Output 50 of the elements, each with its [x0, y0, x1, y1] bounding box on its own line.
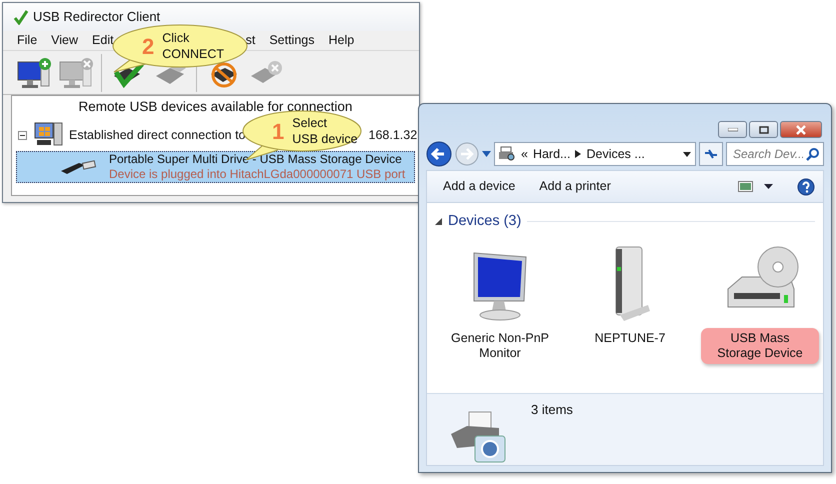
- breadcrumb-overflow[interactable]: «: [521, 144, 528, 164]
- help-icon[interactable]: [797, 178, 815, 196]
- maximize-button[interactable]: [749, 121, 778, 138]
- address-text: 168.1.32: [368, 126, 418, 144]
- window-title: USB Redirector Client: [33, 8, 160, 26]
- monitor-plus-icon: [15, 56, 51, 90]
- search-field[interactable]: Search Dev...: [726, 142, 824, 166]
- collapse-icon[interactable]: [435, 218, 442, 226]
- close-button[interactable]: [780, 121, 822, 138]
- command-link[interactable]: Add a device: [443, 177, 516, 196]
- callout-text: Click: [162, 30, 190, 46]
- breadcrumb-item[interactable]: Hard...: [532, 144, 570, 164]
- maximize-icon: [758, 126, 768, 134]
- device-label[interactable]: Generic Non-PnP Monitor: [439, 328, 561, 364]
- check-icon: [13, 9, 29, 25]
- chevron-icon[interactable]: [575, 150, 582, 158]
- device-name: Portable Super Multi Drive - USB Mass Storage Device: [109, 152, 403, 168]
- command-link[interactable]: Add a printer: [539, 177, 611, 196]
- device-label[interactable]: USB Mass Storage Device: [701, 328, 819, 364]
- close-icon: [795, 124, 807, 134]
- refresh-button[interactable]: [699, 142, 723, 166]
- monitor-x-icon: [57, 56, 93, 90]
- view-icon[interactable]: [738, 180, 754, 192]
- item-count: 3 items: [531, 401, 573, 419]
- search-icon: [806, 147, 820, 161]
- back-button[interactable]: [426, 141, 452, 167]
- menu-item[interactable]: Help: [328, 31, 354, 50]
- menu-item[interactable]: Settings: [269, 31, 314, 50]
- step-number: 2: [142, 32, 154, 60]
- menu-item[interactable]: File: [17, 31, 38, 50]
- device-status: Device is plugged into HitachLGda000000071 USB port: [109, 167, 406, 182]
- address-bar[interactable]: « Hard... Devices ...: [494, 142, 696, 166]
- minimize-button[interactable]: [718, 121, 747, 138]
- step-number: 1: [272, 118, 284, 146]
- tree-header: Remote USB devices available for connection: [78, 98, 354, 116]
- menu-item[interactable]: st: [246, 31, 256, 50]
- collapse-toggle-icon[interactable]: [18, 130, 27, 140]
- device-row[interactable]: Portable Super Multi Drive - USB Mass Storage Device Device is plugged into HitachLGda000000071 USB port: [16, 151, 415, 184]
- minimize-icon: [728, 128, 738, 132]
- breadcrumb-item[interactable]: Devices ...: [586, 144, 645, 164]
- group-title[interactable]: Devices (3): [448, 211, 522, 233]
- callout-text: USB device: [292, 131, 358, 147]
- menu-item[interactable]: View: [51, 31, 78, 50]
- callout-text: CONNECT: [162, 46, 224, 62]
- menu-item[interactable]: Edit: [92, 31, 114, 50]
- printer-icon: [498, 146, 516, 162]
- callout-text: Select: [292, 115, 328, 131]
- caret-icon[interactable]: [764, 184, 773, 189]
- usb-plug-icon: [59, 159, 99, 176]
- device-label[interactable]: NEPTUNE-7: [586, 328, 674, 349]
